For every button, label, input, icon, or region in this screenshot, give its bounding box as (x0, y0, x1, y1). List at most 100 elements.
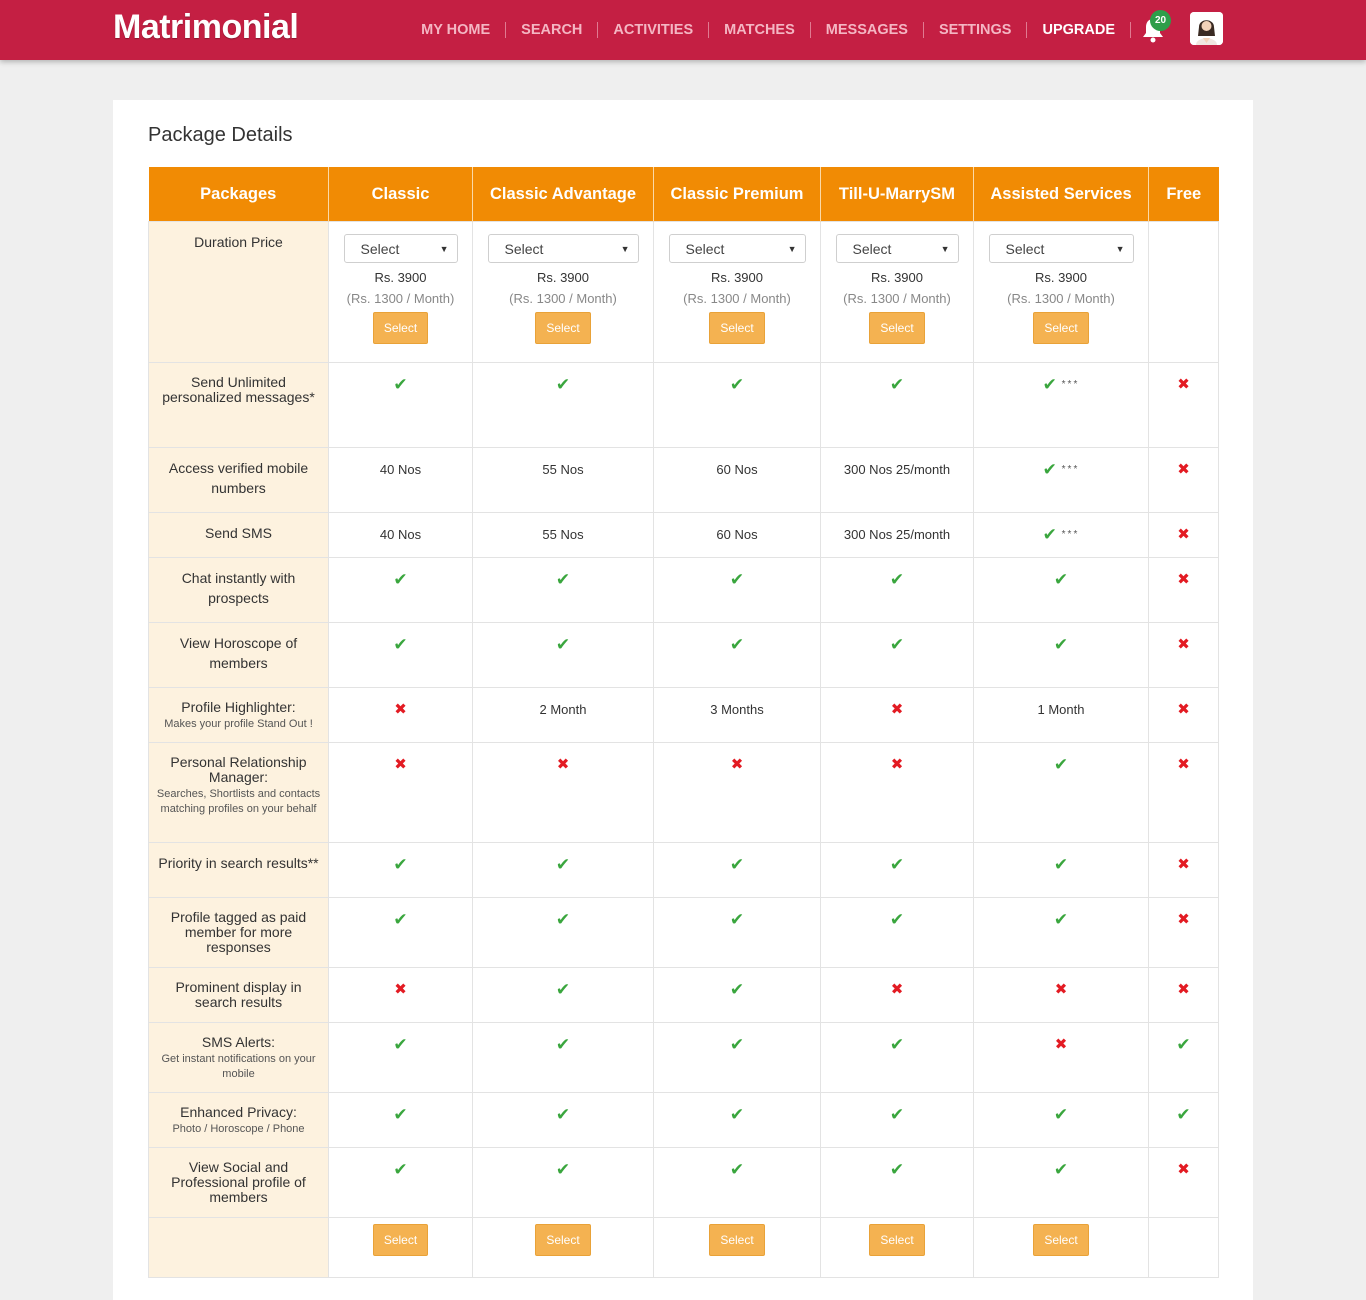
nav-my-home[interactable]: MY HOME (406, 22, 507, 38)
feature-row: Chat instantly with prospects ✔ ✔ ✔ ✔ ✔ ✖ (148, 557, 1219, 623)
feature-row: Send SMS 40 Nos 55 Nos 60 Nos 300 Nos 25/mon… (148, 512, 1219, 558)
feature-value-cell: ✔ (653, 1022, 821, 1093)
page-title: Package Details (148, 124, 293, 146)
cross-icon: ✖ (730, 756, 744, 773)
feature-label-cell: Profile Highlighter: Makes your profile S… (148, 687, 329, 743)
cross-icon: ✖ (890, 701, 904, 718)
feature-row: Profile Highlighter: Makes your profile S… (148, 687, 1219, 743)
duration-select-value: Select (504, 240, 544, 257)
duration-select[interactable]: Select ▼ (988, 234, 1134, 263)
cross-icon: ✖ (1177, 526, 1190, 543)
cross-icon: ✖ (890, 756, 904, 773)
feature-row: Profile tagged as paid member for more r… (148, 897, 1219, 968)
select-package-button[interactable]: Select (869, 1224, 925, 1256)
feature-value-cell: 55 Nos (472, 512, 654, 558)
duration-select[interactable]: Select ▼ (487, 234, 639, 263)
caret-down-icon: ▼ (940, 243, 950, 254)
feature-value-cell: ✔ (472, 897, 654, 968)
check-icon: ✔ (393, 1105, 408, 1124)
main-nav: MY HOME SEARCH ACTIVITIES MATCHES MESSAG… (406, 0, 1131, 60)
feature-value-cell: ✔ (328, 1092, 473, 1148)
duration-select[interactable]: Select ▼ (343, 234, 458, 263)
nav-upgrade[interactable]: UPGRADE (1027, 22, 1131, 38)
duration-cell-classic: Select ▼ Rs. 3900 (Rs. 1300 / Month) Select (328, 221, 473, 363)
user-avatar[interactable] (1190, 12, 1223, 45)
caret-down-icon: ▼ (787, 243, 797, 254)
feature-value-cell: ✖ (1148, 967, 1219, 1023)
package-monthly-price: (Rs. 1300 / Month) (346, 291, 455, 306)
feature-value-cell: ✖ (1148, 897, 1219, 968)
notification-count-badge: 20 (1150, 10, 1171, 31)
feature-value-cell: ✔ (973, 742, 1149, 843)
select-package-button[interactable]: Select (1033, 1224, 1089, 1256)
feature-label-cell: Enhanced Privacy: Photo / Horoscope / Pho… (148, 1092, 329, 1148)
feature-value-cell: 300 Nos 25/month (820, 447, 974, 513)
feature-value-cell: ✔ (328, 1022, 473, 1093)
package-price: Rs. 3900 (374, 270, 427, 285)
feature-value-cell: 3 Months (653, 687, 821, 743)
check-icon: ✔ (729, 635, 745, 654)
feature-value-cell: 55 Nos (472, 447, 654, 513)
feature-label: Send Unlimited personalized messages* (162, 374, 315, 405)
select-package-button[interactable]: Select (709, 1224, 765, 1256)
nav-messages[interactable]: MESSAGES (811, 22, 924, 38)
select-package-button[interactable]: Select (1033, 312, 1089, 344)
cross-icon: ✖ (1177, 756, 1190, 773)
select-package-button[interactable]: Select (535, 1224, 591, 1256)
check-icon: ✔ (1042, 460, 1057, 479)
select-package-button[interactable]: Select (709, 312, 765, 344)
package-monthly-price: (Rs. 1300 / Month) (843, 291, 951, 306)
check-icon: ✔ (889, 1160, 905, 1179)
feature-row: SMS Alerts: Get instant notifications on … (148, 1022, 1219, 1093)
feature-label: Prominent display in search results (175, 979, 302, 1010)
feature-label-cell (148, 1217, 329, 1278)
footer-select-cell (1148, 1217, 1219, 1278)
feature-row: Send Unlimited personalized messages* ✔ ✔ ✔… (148, 362, 1219, 448)
check-icon: ✔ (729, 910, 745, 929)
feature-value-cell: ✔ (472, 1022, 654, 1093)
feature-label: Priority in search results** (158, 855, 319, 871)
site-logo[interactable]: Matrimonial (113, 8, 299, 47)
feature-value: 60 Nos (716, 527, 758, 542)
select-package-button[interactable]: Select (372, 1224, 429, 1256)
feature-label: Access verified mobile numbers (168, 460, 309, 496)
check-icon: ✔ (1053, 1105, 1069, 1124)
feature-label: Enhanced Privacy: (180, 1104, 297, 1120)
feature-value-cell: ✔ (328, 1147, 473, 1218)
feature-value-cell: ✔ (820, 622, 974, 688)
nav-settings[interactable]: SETTINGS (924, 22, 1028, 38)
feature-value-cell: 60 Nos (653, 512, 821, 558)
select-package-button[interactable]: Select (372, 312, 429, 344)
feature-value-cell: ✔ (653, 842, 821, 898)
footer-select-row: Select Select Select Select Select (148, 1217, 1219, 1278)
feature-value-cell: ✔ *** (973, 362, 1149, 448)
check-icon: ✔ (889, 570, 905, 589)
feature-row: View Horoscope of members ✔ ✔ ✔ ✔ ✔ ✖ (148, 622, 1219, 688)
cross-icon: ✖ (1177, 571, 1190, 588)
footnote-stars: *** (1056, 379, 1080, 390)
feature-value-cell: ✔ (973, 1147, 1149, 1218)
column-header-assisted-services: Assisted Services (973, 167, 1149, 222)
nav-search[interactable]: SEARCH (506, 22, 599, 38)
cross-icon: ✖ (394, 981, 407, 998)
nav-matches[interactable]: MATCHES (709, 22, 811, 38)
cross-icon: ✖ (1177, 376, 1190, 393)
check-icon: ✔ (393, 635, 408, 654)
feature-value-cell: ✖ (472, 742, 654, 843)
check-icon: ✔ (1053, 855, 1069, 874)
cross-icon: ✖ (1054, 1036, 1068, 1053)
feature-value-cell: ✔ (820, 557, 974, 623)
duration-select[interactable]: Select ▼ (835, 234, 959, 263)
feature-label-cell: Personal Relationship Manager: Searches, … (148, 742, 329, 843)
feature-value-cell: 1 Month (973, 687, 1149, 743)
feature-value-cell: ✔ (973, 1092, 1149, 1148)
select-package-button[interactable]: Select (869, 312, 925, 344)
select-package-button[interactable]: Select (535, 312, 591, 344)
feature-value-cell: 40 Nos (328, 447, 473, 513)
nav-activities[interactable]: ACTIVITIES (598, 22, 710, 38)
duration-select[interactable]: Select ▼ (668, 234, 806, 263)
check-icon: ✔ (1053, 635, 1069, 654)
feature-label-cell: Prominent display in search results (148, 967, 329, 1023)
feature-label: Chat instantly with prospects (181, 570, 296, 606)
feature-row: Access verified mobile numbers 40 Nos 55 N… (148, 447, 1219, 513)
